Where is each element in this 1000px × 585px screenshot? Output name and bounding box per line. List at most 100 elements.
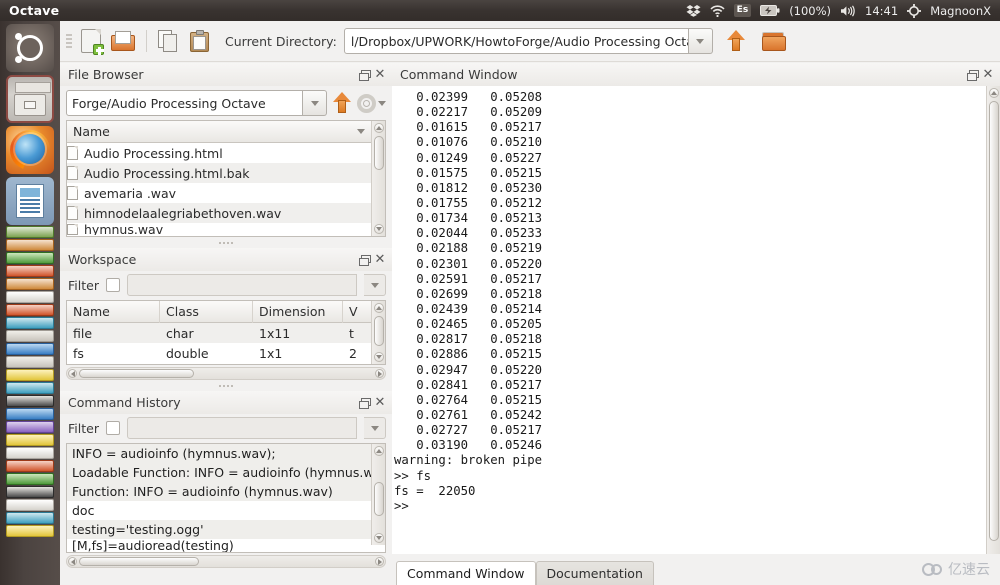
scrollbar-thumb[interactable] — [374, 482, 384, 516]
launcher-item-libreoffice-writer[interactable] — [6, 177, 54, 225]
command-history-close-button[interactable]: ✕ — [372, 395, 388, 411]
launcher-item-app-24[interactable] — [6, 499, 54, 511]
command-window-close-button[interactable]: ✕ — [980, 67, 996, 83]
launcher-item-app-20[interactable] — [6, 447, 54, 459]
user-name-label[interactable]: MagnoonX — [930, 4, 991, 18]
launcher-item-app-11[interactable] — [6, 330, 54, 342]
launcher-item-app-18[interactable] — [6, 421, 54, 433]
workspace-filter-dropdown-button[interactable] — [364, 274, 386, 296]
browse-directory-button[interactable] — [759, 26, 789, 56]
launcher-item-app-10[interactable] — [6, 317, 54, 329]
command-history-undock-button[interactable] — [356, 395, 372, 411]
scrollbar-thumb[interactable] — [79, 557, 199, 566]
file-browser-sort-button[interactable] — [351, 121, 371, 143]
command-history-filter-input[interactable] — [127, 417, 357, 439]
launcher-item-app-25[interactable] — [6, 512, 54, 524]
go-up-directory-button[interactable] — [721, 26, 751, 56]
volume-icon[interactable] — [840, 5, 856, 17]
file-browser-up-icon[interactable] — [332, 92, 352, 114]
file-browser-close-button[interactable]: ✕ — [372, 67, 388, 83]
scrollbar-thumb[interactable] — [989, 101, 999, 541]
list-item[interactable]: testing='testing.ogg' — [67, 520, 371, 539]
list-item[interactable]: avemaria .wav — [67, 183, 371, 203]
scroll-down-arrow-icon[interactable] — [374, 224, 384, 234]
table-row[interactable]: fs double 1x1 2 — [67, 343, 371, 363]
launcher-item-firefox[interactable] — [6, 126, 54, 174]
current-directory-input[interactable]: l/Dropbox/UPWORK/HowtoForge/Audio Proces… — [344, 28, 689, 54]
clock-label[interactable]: 14:41 — [865, 4, 898, 18]
scroll-up-arrow-icon[interactable] — [374, 446, 384, 456]
command-window-undock-button[interactable] — [964, 67, 980, 83]
launcher-item-app-22[interactable] — [6, 473, 54, 485]
scrollbar-thumb[interactable] — [374, 316, 384, 346]
file-browser-undock-button[interactable] — [356, 67, 372, 83]
launcher-item-trash[interactable] — [6, 525, 54, 537]
command-history-vertical-scrollbar[interactable] — [371, 444, 385, 545]
workspace-column-dimension[interactable]: Dimension — [253, 301, 343, 323]
scroll-up-arrow-icon[interactable] — [989, 88, 999, 98]
command-window-output[interactable]: 0.02399 0.05208 0.02217 0.05209 0.01615 … — [392, 86, 986, 554]
workspace-undock-button[interactable] — [356, 252, 372, 268]
scroll-right-arrow-icon[interactable] — [375, 369, 384, 378]
scroll-up-arrow-icon[interactable] — [374, 303, 384, 313]
list-item[interactable]: Audio Processing.html — [67, 143, 371, 163]
file-browser-path-combo[interactable]: Forge/Audio Processing Octave — [66, 90, 303, 116]
list-item[interactable]: Audio Processing.html.bak — [67, 163, 371, 183]
table-row[interactable]: file char 1x11 t — [67, 323, 371, 343]
scrollbar-thumb[interactable] — [79, 369, 194, 378]
tab-command-window[interactable]: Command Window — [396, 561, 536, 585]
new-script-button[interactable] — [76, 26, 106, 56]
copy-button[interactable] — [153, 26, 183, 56]
file-browser-settings-button[interactable] — [357, 94, 386, 113]
scroll-down-arrow-icon[interactable] — [374, 533, 384, 543]
battery-icon[interactable] — [760, 5, 780, 16]
launcher-item-app-19[interactable] — [6, 434, 54, 446]
launcher-item-app-7[interactable] — [6, 278, 54, 290]
command-history-filter-checkbox[interactable] — [106, 421, 120, 435]
wifi-icon[interactable] — [710, 5, 725, 17]
open-file-button[interactable] — [108, 26, 138, 56]
paste-button[interactable] — [185, 26, 215, 56]
workspace-column-value[interactable]: V — [343, 301, 371, 323]
launcher-item-app-17[interactable] — [6, 408, 54, 420]
dropbox-icon[interactable] — [686, 4, 701, 17]
window-app-title[interactable]: Octave — [9, 3, 59, 18]
launcher-item-ubuntu-dash[interactable] — [6, 24, 54, 72]
scroll-down-arrow-icon[interactable] — [374, 352, 384, 362]
toolbar-drag-handle[interactable] — [66, 30, 72, 52]
launcher-item-app-5[interactable] — [6, 252, 54, 264]
launcher-item-file-manager[interactable] — [6, 75, 54, 123]
keyboard-layout-indicator[interactable]: Es — [734, 4, 752, 17]
scroll-up-arrow-icon[interactable] — [374, 123, 384, 133]
command-window-vertical-scrollbar[interactable] — [986, 86, 1000, 554]
workspace-filter-input[interactable] — [127, 274, 357, 296]
session-gear-icon[interactable] — [907, 4, 921, 18]
workspace-close-button[interactable]: ✕ — [372, 252, 388, 268]
launcher-item-app-12[interactable] — [6, 343, 54, 355]
list-item[interactable]: INFO = audioinfo (hymnus.wav); — [67, 444, 371, 463]
scrollbar-thumb[interactable] — [374, 136, 384, 170]
panel-splitter-handle[interactable] — [217, 384, 235, 388]
launcher-item-libreoffice-impress[interactable] — [6, 239, 54, 251]
workspace-column-name[interactable]: Name — [67, 301, 160, 323]
launcher-item-app-23[interactable] — [6, 486, 54, 498]
launcher-item-app-16[interactable] — [6, 395, 54, 407]
launcher-item-app-15[interactable] — [6, 382, 54, 394]
launcher-item-app-6[interactable] — [6, 265, 54, 277]
file-browser-path-dropdown-button[interactable] — [303, 90, 327, 116]
workspace-vertical-scrollbar[interactable] — [371, 301, 385, 364]
launcher-item-app-8[interactable] — [6, 291, 54, 303]
command-history-filter-dropdown-button[interactable] — [364, 417, 386, 439]
scroll-right-arrow-icon[interactable] — [375, 557, 384, 566]
command-history-horizontal-scrollbar[interactable] — [66, 555, 386, 568]
scroll-left-arrow-icon[interactable] — [68, 369, 77, 378]
launcher-item-app-9[interactable] — [6, 304, 54, 316]
list-item[interactable]: doc — [67, 501, 371, 520]
list-item[interactable]: [M,fs]=audioread(testing) — [67, 539, 371, 552]
list-item[interactable]: hymnus.wav — [67, 223, 371, 235]
launcher-item-app-21[interactable] — [6, 460, 54, 472]
workspace-column-class[interactable]: Class — [160, 301, 253, 323]
file-browser-vertical-scrollbar[interactable] — [371, 121, 385, 236]
workspace-horizontal-scrollbar[interactable] — [66, 367, 386, 380]
workspace-filter-checkbox[interactable] — [106, 278, 120, 292]
